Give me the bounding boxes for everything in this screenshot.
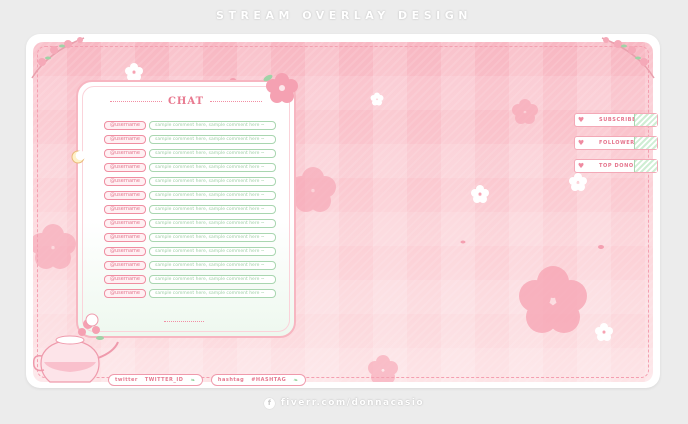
- chat-username: @username: [104, 148, 146, 158]
- chat-username: @username: [104, 260, 146, 270]
- chat-username: @username: [104, 218, 146, 228]
- chat-comment: sample comment here, sample comment here…: [149, 260, 276, 270]
- follower-label: FOLLOWER: [599, 140, 635, 146]
- alert-goals: ♥ SUBSCRIBER ♥ FOLLOWER ♥ TOP DONOR: [574, 113, 658, 182]
- chat-username: @username: [104, 120, 146, 130]
- twitter-pill: twitter TWITTER_ID ❧: [108, 374, 203, 386]
- chat-comment: sample comment here, sample comment here…: [149, 148, 276, 158]
- socials-bar: twitter TWITTER_ID ❧ hashtag #HASHTAG ❧: [108, 374, 306, 386]
- chat-username: @username: [104, 232, 146, 242]
- top-donor-goal: ♥ TOP DONOR: [574, 159, 658, 173]
- moon-icon: [71, 150, 85, 164]
- chat-username: @username: [104, 190, 146, 200]
- chat-comment: sample comment here, sample comment here…: [149, 120, 276, 130]
- leaf-icon: ❧: [293, 376, 299, 384]
- chat-comment: sample comment here, sample comment here…: [149, 162, 276, 172]
- chat-message: @username sample comment here, sample com…: [104, 146, 300, 160]
- chat-comment: sample comment here, sample comment here…: [149, 218, 276, 228]
- credit-link[interactable]: fiverr.com/donnacasio: [281, 398, 424, 408]
- chat-message: @username sample comment here, sample com…: [104, 118, 300, 132]
- twitter-label: twitter: [115, 377, 138, 383]
- chat-comment: sample comment here, sample comment here…: [149, 176, 276, 186]
- overlay-title: STREAM OVERLAY DESIGN: [216, 9, 472, 22]
- hashtag-pill: hashtag #HASHTAG ❧: [210, 374, 306, 386]
- chat-message: @username sample comment here, sample com…: [104, 174, 300, 188]
- chat-message: @username sample comment here, sample com…: [104, 230, 300, 244]
- heart-icon: ♥: [577, 162, 585, 170]
- chat-message: @username sample comment here, sample com…: [104, 244, 300, 258]
- chat-comment: sample comment here, sample comment here…: [149, 274, 276, 284]
- chat-message: @username sample comment here, sample com…: [104, 286, 300, 300]
- chat-comment: sample comment here, sample comment here…: [149, 246, 276, 256]
- corner-blossom-branch-icon: [601, 37, 655, 79]
- hashtag-value: #HASHTAG: [251, 377, 287, 383]
- chat-message: @username sample comment here, sample com…: [104, 132, 300, 146]
- corner-blossom-branch-icon: [31, 37, 85, 79]
- chat-username: @username: [104, 246, 146, 256]
- chat-username: @username: [104, 288, 146, 298]
- chat-message: @username sample comment here, sample com…: [104, 258, 300, 272]
- chat-message: @username sample comment here, sample com…: [104, 160, 300, 174]
- chat-message-list: @username sample comment here, sample com…: [104, 118, 300, 300]
- credit: f fiverr.com/donnacasio: [0, 396, 688, 410]
- chat-comment: sample comment here, sample comment here…: [149, 134, 276, 144]
- chat-username: @username: [104, 162, 146, 172]
- chat-comment: sample comment here, sample comment here…: [149, 190, 276, 200]
- chat-comment: sample comment here, sample comment here…: [149, 204, 276, 214]
- chat-message: @username sample comment here, sample com…: [104, 216, 300, 230]
- chat-message: @username sample comment here, sample com…: [104, 202, 300, 216]
- chat-username: @username: [104, 176, 146, 186]
- leaf-icon: ❧: [190, 376, 196, 384]
- heart-icon: ♥: [577, 116, 585, 124]
- chat-panel: CHAT @username sample comment here, sampl…: [76, 80, 296, 338]
- follower-goal: ♥ FOLLOWER: [574, 136, 658, 150]
- subscriber-goal: ♥ SUBSCRIBER: [574, 113, 658, 127]
- fiverr-icon: f: [263, 397, 275, 409]
- chat-username: @username: [104, 204, 146, 214]
- hashtag-label: hashtag: [217, 377, 245, 383]
- subscriber-label: SUBSCRIBER: [599, 117, 641, 123]
- chat-title: CHAT: [167, 95, 205, 107]
- chat-comment: sample comment here, sample comment here…: [149, 232, 276, 242]
- top-donor-label: TOP DONOR: [599, 163, 639, 169]
- chat-comment: sample comment here, sample comment here…: [149, 288, 276, 298]
- chat-message: @username sample comment here, sample com…: [104, 188, 300, 202]
- flower-cluster-icon: [263, 73, 298, 103]
- chat-message: @username sample comment here, sample com…: [104, 272, 300, 286]
- chat-username: @username: [104, 134, 146, 144]
- chat-username: @username: [104, 274, 146, 284]
- twitter-id: TWITTER_ID: [144, 377, 184, 383]
- heart-icon: ♥: [577, 139, 585, 147]
